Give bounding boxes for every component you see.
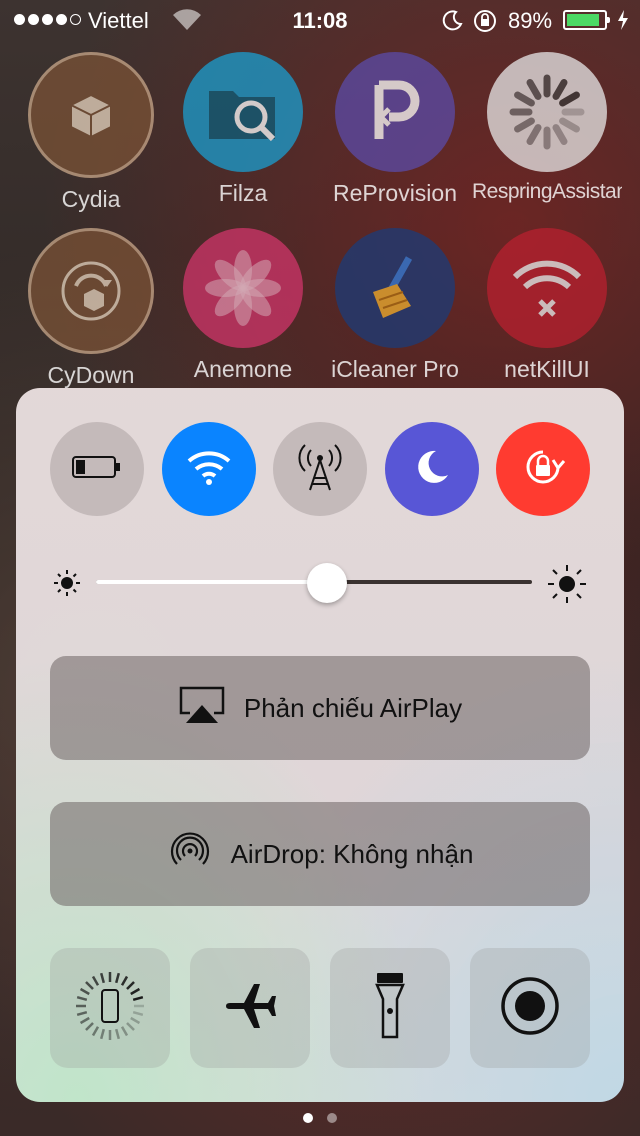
do-not-disturb-toggle[interactable]	[385, 422, 479, 516]
airdrop-button[interactable]: AirDrop: Không nhận	[50, 802, 590, 906]
app-label: iCleaner Pro	[331, 356, 459, 382]
screen-record-button[interactable]	[470, 948, 590, 1068]
airplane-mode-button[interactable]	[190, 948, 310, 1068]
phone-spinner-icon	[72, 968, 148, 1049]
filza-icon	[183, 52, 303, 172]
rotation-lock-toggle[interactable]	[496, 422, 590, 516]
app-respringassistant[interactable]: RespringAssistant	[472, 52, 622, 204]
cydia-icon	[28, 52, 154, 178]
app-filza[interactable]: Filza	[168, 52, 318, 207]
control-center: Phản chiếu AirPlay AirDrop: Không nhận	[16, 388, 624, 1102]
app-netkillui[interactable]: netKillUI	[472, 228, 622, 383]
page-dot	[327, 1113, 337, 1123]
flashlight-icon	[375, 971, 405, 1046]
brightness-high-icon	[546, 563, 588, 610]
moon-icon	[412, 447, 452, 492]
app-label: Filza	[218, 180, 268, 206]
app-anemone[interactable]: Anemone	[168, 228, 318, 383]
airplay-icon	[178, 685, 226, 732]
wifi-toggle[interactable]	[162, 422, 256, 516]
brightness-low-icon	[52, 568, 82, 603]
cellular-toggle[interactable]	[273, 422, 367, 516]
app-label: Anemone	[193, 356, 293, 382]
brightness-fill	[96, 580, 328, 584]
broom-icon	[335, 228, 455, 348]
rotation-lock-status-icon	[472, 8, 498, 40]
brightness-slider[interactable]	[16, 563, 624, 603]
cydown-icon	[28, 228, 154, 354]
wifi-off-icon	[487, 228, 607, 348]
app-reprovision[interactable]: ReProvision	[320, 52, 470, 207]
wifi-icon	[187, 449, 231, 490]
app-label: RespringAssistant	[472, 180, 622, 203]
record-icon	[500, 976, 560, 1041]
brightness-thumb[interactable]	[307, 563, 348, 603]
anemone-icon	[183, 228, 303, 348]
airdrop-icon	[167, 828, 213, 881]
rotation-lock-icon	[520, 444, 566, 495]
app-cydia[interactable]: Cydia	[16, 52, 166, 213]
phone-spinner-button[interactable]	[50, 948, 170, 1068]
status-bar: Viettel 11:08 89%	[0, 0, 640, 40]
battery-percent: 89%	[508, 8, 553, 33]
battery-status-icon	[563, 10, 610, 30]
cellular-tower-icon	[294, 442, 346, 497]
page-indicator	[0, 1113, 640, 1123]
battery-icon	[72, 455, 122, 483]
app-icleaner-pro[interactable]: iCleaner Pro	[320, 228, 470, 383]
airplane-icon	[222, 981, 278, 1036]
airplay-label: Phản chiếu AirPlay	[243, 692, 463, 723]
airplay-mirroring-button[interactable]: Phản chiếu AirPlay	[50, 656, 590, 760]
spinner-icon	[487, 52, 607, 172]
app-label: ReProvision	[333, 180, 457, 206]
flashlight-button[interactable]	[330, 948, 450, 1068]
reprovision-icon	[335, 52, 455, 172]
charging-bolt-icon	[616, 9, 630, 37]
app-label: CyDown	[47, 362, 135, 388]
app-label: netKillUI	[504, 356, 590, 382]
battery-toggle[interactable]	[50, 422, 144, 516]
airdrop-label: AirDrop: Không nhận	[230, 838, 474, 869]
moon-status-icon	[442, 9, 464, 37]
app-cydown[interactable]: CyDown	[16, 228, 166, 389]
app-label: Cydia	[61, 186, 121, 212]
page-dot	[303, 1113, 313, 1123]
